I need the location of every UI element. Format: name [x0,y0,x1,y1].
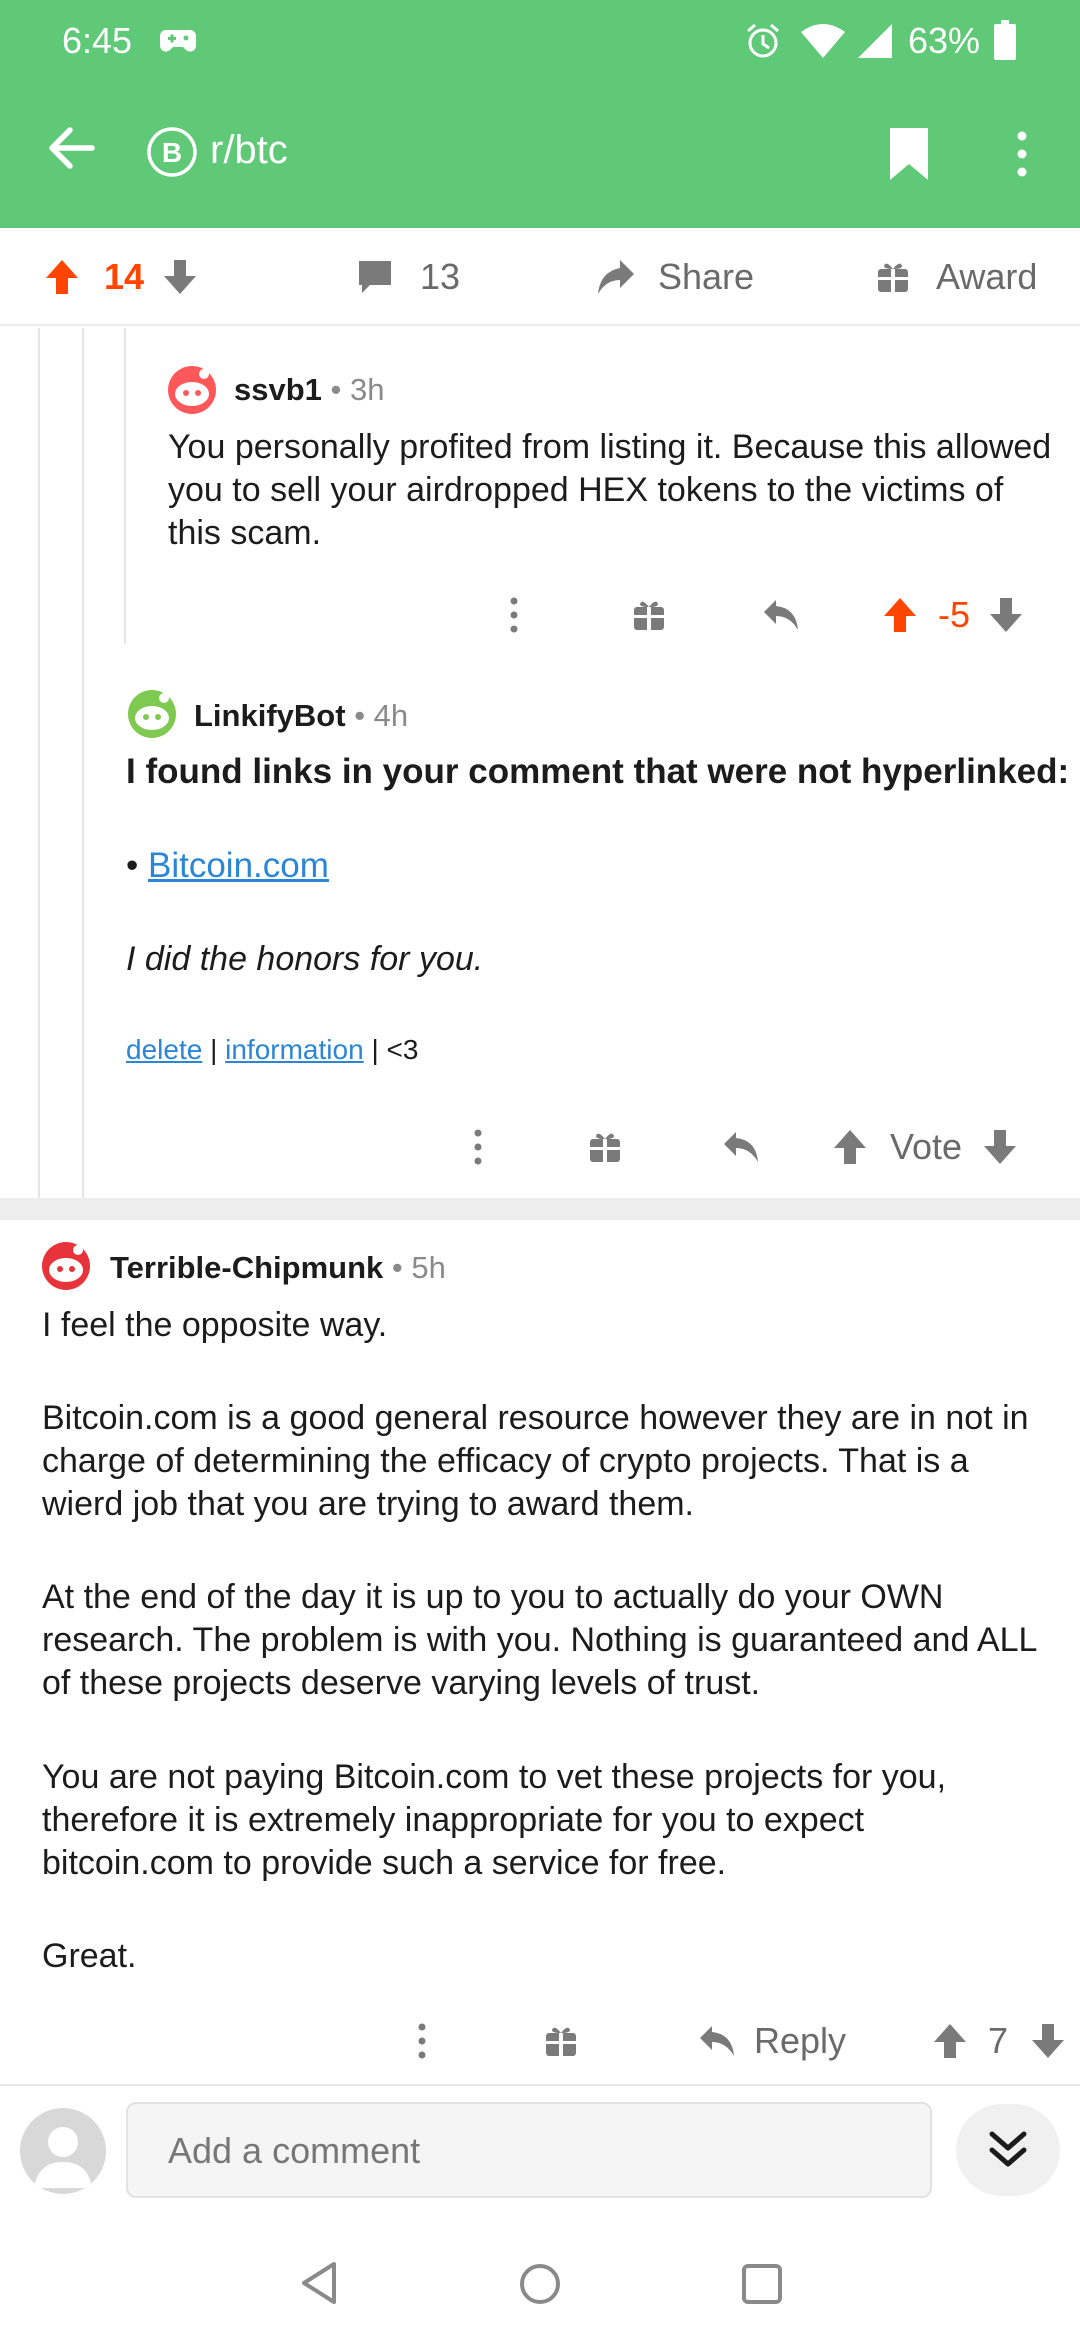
downvote-icon[interactable] [1030,2022,1066,2060]
comment-actions: Vote [470,1122,1018,1172]
upvote-icon[interactable] [882,596,918,634]
gift-icon[interactable] [544,2024,578,2058]
add-comment-input[interactable]: Add a comment [126,2102,932,2198]
bot-link-item: • Bitcoin.com [126,846,329,886]
award-button[interactable]: Award [876,254,1037,300]
downvote-icon[interactable] [162,258,198,296]
status-bar: 6:45 63% [0,0,1080,80]
comment-divider [0,1198,1080,1220]
status-time: 6:45 [62,20,133,61]
comment-paragraph: You are not paying Bitcoin.com to vet th… [42,1758,947,1882]
thread-line-level1[interactable] [38,328,40,1198]
bullet: • [126,846,139,885]
comment-author[interactable]: Terrible-Chipmunk • 5h [110,1250,446,1286]
comment-paragraph: At the end of the day it is up to you to… [42,1578,1037,1702]
subreddit-title[interactable]: r/btc [210,128,288,173]
thread-line-level3[interactable] [124,328,126,644]
comment-author[interactable]: LinkifyBot • 4h [194,698,408,734]
gift-icon[interactable] [632,598,666,632]
wifi-icon [801,24,845,58]
bookmark-icon[interactable] [886,126,932,182]
comment-actions: Reply 7 [414,2016,1066,2066]
battery-percent: 63% [908,20,981,61]
bot-footer-links: delete | information | <3 [126,1034,418,1066]
username[interactable]: Terrible-Chipmunk [110,1250,383,1285]
system-nav-bar [0,2230,1080,2340]
more-options-icon[interactable] [470,1127,486,1167]
comment-actions: -5 [506,590,1024,640]
share-label: Share [658,256,755,297]
reply-icon[interactable] [722,1130,760,1164]
downvote-icon[interactable] [988,596,1024,634]
avatar-placeholder-icon [34,2127,92,2188]
reply-button[interactable]: Reply [698,2020,846,2062]
bot-heading: I found links in your comment that were … [126,752,1070,791]
comment-paragraph: Bitcoin.com is a good general resource h… [42,1399,1029,1523]
more-options-icon[interactable] [506,595,522,635]
more-options-icon[interactable] [414,2021,430,2061]
nav-recents-icon[interactable] [740,2262,784,2306]
avatar[interactable] [126,688,178,740]
comment-timestamp: • 3h [330,372,385,407]
game-controller-icon [160,30,196,52]
vote-label: Vote [890,1126,963,1167]
alarm-icon [747,23,779,58]
information-link[interactable]: information [225,1034,364,1065]
separator: | [210,1034,218,1065]
more-options-icon[interactable] [1004,126,1040,182]
comment-body: You personally profited from listing it.… [168,428,1052,552]
upvote-icon[interactable] [832,1128,868,1166]
user-avatar[interactable] [20,2108,106,2194]
composer-divider [0,2084,1080,2086]
bitcoin-link[interactable]: Bitcoin.com [148,846,329,885]
username[interactable]: ssvb1 [234,372,322,407]
comment-timestamp: • 4h [354,698,409,733]
heart-text: <3 [386,1034,419,1065]
back-arrow-icon[interactable] [44,120,100,176]
nav-back-icon[interactable] [298,2260,340,2306]
username[interactable]: LinkifyBot [194,698,346,733]
comments-count: 13 [420,256,461,297]
comments-count-button[interactable]: 13 [356,254,460,300]
gift-icon [878,263,908,292]
delete-link[interactable]: delete [126,1034,202,1065]
comment-paragraph: I feel the opposite way. [42,1306,388,1344]
thread-line-level2[interactable] [82,328,84,1198]
comment-timestamp: • 5h [391,1250,446,1285]
nav-home-icon[interactable] [518,2262,562,2306]
downvote-icon[interactable] [982,1128,1018,1166]
share-icon [598,260,634,294]
post-score: 14 [104,256,145,297]
post-action-bar: 14 13 Share Award [0,228,1080,326]
bot-note: I did the honors for you. [126,940,484,978]
comment-icon [359,261,391,293]
upvote-icon[interactable] [44,258,80,296]
comment-paragraph: Great. [42,1937,137,1975]
double-chevron-down-icon [989,2131,1027,2167]
award-label: Award [936,256,1038,297]
collapse-button[interactable] [956,2104,1060,2196]
svg-text:B: B [162,137,182,168]
cell-signal-icon [858,24,892,58]
avatar[interactable] [166,364,218,416]
post-vote-group: 14 [44,254,198,300]
separator: | [371,1034,379,1065]
share-button[interactable]: Share [596,254,754,300]
reply-icon [700,2026,734,2056]
upvote-icon[interactable] [932,2022,968,2060]
battery-icon [994,20,1016,60]
reply-icon[interactable] [762,598,800,632]
subreddit-icon[interactable]: B [146,126,198,178]
reply-label: Reply [754,2020,847,2061]
comment-author[interactable]: ssvb1 • 3h [234,372,384,408]
avatar[interactable] [40,1240,92,1292]
app-header: 6:45 63% B r/btc [0,0,1080,228]
comment-score: -5 [938,594,971,635]
comment-score: 7 [988,2020,1009,2061]
gift-icon[interactable] [588,1130,622,1164]
